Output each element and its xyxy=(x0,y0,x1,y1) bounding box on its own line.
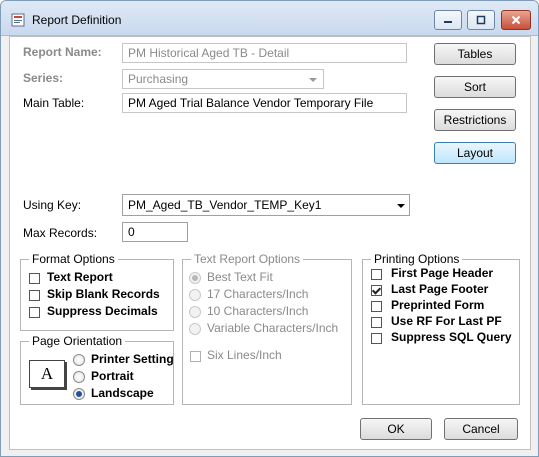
text-report-label: Text Report xyxy=(47,270,113,284)
using-key-dropdown[interactable]: PM_Aged_TB_Vendor_TEMP_Key1 xyxy=(122,194,410,216)
close-icon xyxy=(511,15,521,25)
dialog-body: Report Name: PM Historical Aged TB - Det… xyxy=(9,36,531,450)
maximize-icon xyxy=(476,15,486,25)
variable-cpi-label: Variable Characters/Inch xyxy=(207,321,339,335)
use-rf-for-last-pf-label: Use RF For Last PF xyxy=(391,314,502,328)
text-report-checkbox[interactable] xyxy=(29,273,40,284)
seventeen-cpi-radio xyxy=(189,289,201,301)
suppress-sql-query-label: Suppress SQL Query xyxy=(391,330,512,344)
printing-options-group: Printing Options First Page Header Last … xyxy=(362,252,520,405)
portrait-radio[interactable] xyxy=(73,371,85,383)
using-key-value: PM_Aged_TB_Vendor_TEMP_Key1 xyxy=(128,198,322,212)
first-page-header-checkbox[interactable] xyxy=(371,269,382,280)
printing-options-title: Printing Options xyxy=(371,252,463,266)
variable-cpi-radio xyxy=(189,323,201,335)
format-options-title: Format Options xyxy=(29,252,118,266)
page-orientation-group: Page Orientation A Printer Setting Portr… xyxy=(20,334,174,405)
best-text-fit-label: Best Text Fit xyxy=(207,270,273,284)
format-options-group: Format Options Text Report Skip Blank Re… xyxy=(20,252,174,331)
tables-button[interactable]: Tables xyxy=(434,43,516,65)
printer-setting-radio[interactable] xyxy=(73,354,85,366)
text-report-options-group: Text Report Options Best Text Fit 17 Cha… xyxy=(182,252,352,405)
title-bar[interactable]: Report Definition xyxy=(1,1,538,36)
series-dropdown: Purchasing xyxy=(122,69,324,89)
minimize-icon xyxy=(444,21,452,23)
restrictions-button[interactable]: Restrictions xyxy=(434,109,516,131)
sort-button[interactable]: Sort xyxy=(434,76,516,98)
text-report-options-title: Text Report Options xyxy=(191,252,304,266)
suppress-decimals-label: Suppress Decimals xyxy=(47,304,158,318)
suppress-sql-query-checkbox[interactable] xyxy=(371,333,382,344)
report-definition-window: Report Definition Report Name: PM Histor… xyxy=(0,0,539,457)
using-key-label: Using Key: xyxy=(23,198,82,212)
preprinted-form-checkbox[interactable] xyxy=(371,301,382,312)
main-table-field: PM Aged Trial Balance Vendor Temporary F… xyxy=(122,93,407,113)
best-text-fit-radio xyxy=(189,272,201,284)
close-button[interactable] xyxy=(501,10,531,30)
skip-blank-records-checkbox[interactable] xyxy=(29,290,40,301)
use-rf-for-last-pf-checkbox[interactable] xyxy=(371,317,382,328)
series-label: Series: xyxy=(23,71,64,85)
ten-cpi-radio xyxy=(189,306,201,318)
page-orientation-title: Page Orientation xyxy=(29,334,126,348)
max-records-input[interactable]: 0 xyxy=(122,222,188,242)
series-value: Purchasing xyxy=(128,72,189,86)
radio-dot xyxy=(192,275,198,281)
chevron-down-icon xyxy=(397,204,405,208)
layout-button[interactable]: Layout xyxy=(434,142,516,164)
last-page-footer-label: Last Page Footer xyxy=(391,282,489,296)
first-page-header-label: First Page Header xyxy=(391,266,494,280)
ok-button[interactable]: OK xyxy=(360,418,432,440)
printer-setting-label: Printer Setting xyxy=(91,352,174,366)
report-name-label: Report Name: xyxy=(23,45,102,59)
suppress-decimals-checkbox[interactable] xyxy=(29,307,40,318)
skip-blank-records-label: Skip Blank Records xyxy=(47,287,160,301)
six-lines-checkbox xyxy=(190,351,201,362)
maximize-button[interactable] xyxy=(467,10,495,30)
cancel-button[interactable]: Cancel xyxy=(444,418,518,440)
page-orientation-glyph: A xyxy=(40,364,54,383)
chevron-down-icon xyxy=(309,78,317,82)
last-page-footer-checkbox[interactable] xyxy=(371,285,382,296)
window-title: Report Definition xyxy=(32,13,122,27)
minimize-button[interactable] xyxy=(434,10,462,30)
page-orientation-icon: A xyxy=(29,360,65,388)
portrait-label: Portrait xyxy=(91,369,134,383)
main-table-label: Main Table: xyxy=(23,96,85,110)
landscape-label: Landscape xyxy=(91,386,154,400)
report-app-icon xyxy=(11,13,25,27)
preprinted-form-label: Preprinted Form xyxy=(391,298,485,312)
seventeen-cpi-label: 17 Characters/Inch xyxy=(207,287,309,301)
max-records-label: Max Records: xyxy=(23,226,98,240)
landscape-radio[interactable] xyxy=(73,388,85,400)
report-name-field: PM Historical Aged TB - Detail xyxy=(122,43,407,63)
ten-cpi-label: 10 Characters/Inch xyxy=(207,304,309,318)
six-lines-label: Six Lines/Inch xyxy=(207,348,282,362)
